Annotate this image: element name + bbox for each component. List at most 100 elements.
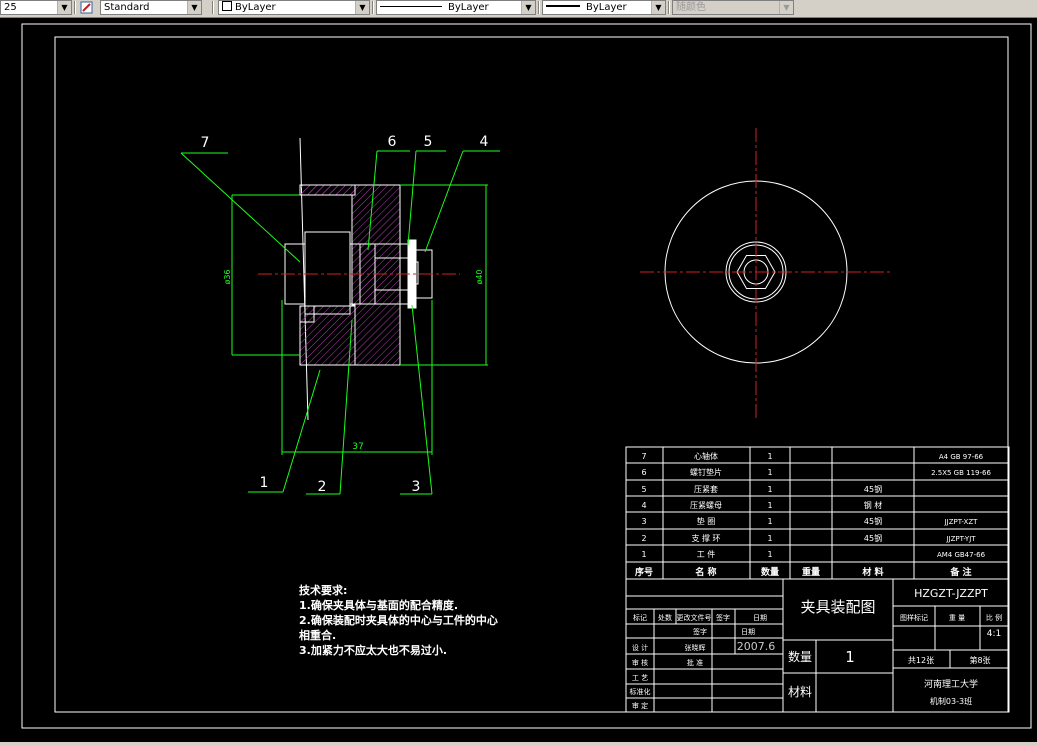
- chevron-down-icon[interactable]: ▼: [651, 1, 665, 14]
- bom-header-qty: 数量: [761, 566, 779, 578]
- bom-cell-name: 支 撑 环: [691, 533, 720, 543]
- designer-name: 张晓辉: [685, 643, 706, 652]
- stage-label: 图样标记: [900, 613, 928, 622]
- bom-cell-no: 7: [641, 452, 646, 461]
- body-flange: [299, 184, 356, 196]
- sheets-total: 共12张: [908, 656, 934, 665]
- rev-header-date: 日期: [753, 614, 767, 622]
- break-line: [299, 137, 309, 421]
- chevron-down-icon[interactable]: ▼: [355, 1, 369, 14]
- bom-header-no: 序号: [635, 566, 653, 578]
- dim-dia36: ø36: [223, 269, 232, 284]
- linetype-sample-icon: [380, 6, 442, 7]
- bom-cell-name: 工 件: [697, 549, 716, 559]
- material-label: 材料: [788, 685, 812, 699]
- scale-label: 比 例: [986, 613, 1002, 622]
- bom-cell-mat: 45钢: [864, 516, 882, 526]
- chevron-down-icon: ▼: [779, 1, 793, 14]
- workpiece-body: [304, 231, 351, 315]
- role-std: 标准化: [630, 687, 651, 696]
- bom-cell-qty: 1: [767, 452, 772, 461]
- bom-rows: 7 心轴体 1 A4 GB 97-66 6 螺钉垫片 1 2.5X5 GB 119-66 5 压紧…: [635, 451, 991, 578]
- leader-7: [180, 152, 301, 263]
- bom-header-mat: 材 料: [861, 566, 883, 578]
- balloon-3: 3: [412, 479, 421, 495]
- bom-cell-no: 4: [641, 501, 646, 510]
- bom-header-weight: 重量: [802, 566, 820, 578]
- date-value: 2007.6: [737, 640, 776, 653]
- bom-cell-remark: JJZPT-XZT: [944, 518, 979, 526]
- role-design: 设 计: [632, 643, 648, 652]
- end-view: [640, 128, 890, 418]
- leader-5: [407, 150, 417, 246]
- class-name: 机制03-3班: [930, 696, 972, 706]
- bom-cell-qty: 1: [767, 468, 772, 477]
- toolbar-separator: [668, 1, 670, 14]
- bom-frame: [625, 446, 1010, 580]
- date-label: 日期: [741, 628, 755, 636]
- body-lower: [299, 305, 356, 366]
- bom-cell-qty: 1: [767, 517, 772, 526]
- bom-cell-qty: 1: [767, 534, 772, 543]
- bom-cell-no: 3: [641, 517, 646, 526]
- school-name: 河南理工大学: [924, 678, 978, 690]
- rev-header-sign: 签字: [716, 613, 730, 622]
- bom-cell-name: 心轴体: [694, 451, 718, 461]
- bom-cell-qty: 1: [767, 550, 772, 559]
- chevron-down-icon[interactable]: ▼: [187, 1, 201, 14]
- bom-cell-qty: 1: [767, 501, 772, 510]
- properties-toolbar: 25 ▼ Standard ▼ ByLayer ▼ ByLayer ▼ ByLa…: [0, 0, 1037, 18]
- chevron-down-icon[interactable]: ▼: [521, 1, 535, 14]
- toolbar-separator: [372, 1, 374, 14]
- layer-color-value: ByLayer: [235, 2, 276, 13]
- bom-cell-no: 6: [641, 468, 646, 477]
- bom-cell-name: 压紧套: [694, 484, 718, 494]
- weight-label: 重 量: [949, 614, 965, 622]
- rev-header-count: 处数: [658, 613, 672, 622]
- leader-1: [282, 369, 321, 493]
- balloon-6: 6: [388, 134, 397, 150]
- scale-value: 4:1: [987, 629, 1001, 639]
- status-bar: [0, 742, 1037, 746]
- qty-label: 数量: [788, 649, 812, 664]
- lineweight-value: ByLayer: [586, 2, 627, 13]
- bom-cell-no: 2: [641, 534, 646, 543]
- bom-header-name: 名 称: [695, 566, 716, 578]
- linetype-combo[interactable]: ByLayer ▼: [376, 0, 536, 15]
- balloon-4: 4: [480, 134, 489, 150]
- dimstyle-combo[interactable]: 25 ▼: [0, 0, 72, 15]
- section-view: ø36 ø40 37 7 6 5 4 1 2 3: [180, 134, 500, 495]
- outer-border: [21, 23, 1032, 729]
- dim-dia40: ø40: [475, 269, 484, 284]
- notes-title: 技术要求:: [299, 583, 347, 597]
- bom-cell-mat: 钢 材: [864, 500, 883, 510]
- bom-cell-no: 5: [641, 485, 646, 494]
- bom-cell-remark: 2.5X5 GB 119-66: [931, 469, 991, 477]
- color-swatch-icon: [222, 1, 232, 11]
- text-style-icon[interactable]: [79, 0, 95, 15]
- balloon-5: 5: [424, 134, 433, 150]
- toolbar-separator: [538, 1, 540, 14]
- lineweight-combo[interactable]: ByLayer ▼: [542, 0, 666, 15]
- bom-cell-no: 1: [641, 550, 646, 559]
- bom-cell-mat: 45钢: [864, 533, 882, 543]
- note-line-2: 2.确保装配时夹具体的中心与工件的中心: [299, 613, 498, 627]
- bom-cell-remark: A4 GB 97-66: [939, 453, 984, 461]
- sign-label: 签字: [693, 627, 707, 636]
- role-approve: 审 定: [632, 701, 648, 710]
- balloon-7: 7: [201, 135, 210, 151]
- bom-cell-qty: 1: [767, 485, 772, 494]
- note-line-1: 1.确保夹具体与基面的配合精度.: [299, 598, 458, 612]
- layer-color-combo[interactable]: ByLayer ▼: [218, 0, 370, 15]
- standard-label: 批 准: [687, 658, 703, 667]
- bom-cell-remark: AM4 GB47-66: [937, 551, 986, 559]
- text-style-value: Standard: [104, 2, 150, 13]
- drawing-canvas[interactable]: ø36 ø40 3 7 7 6 5 4 1 2 3 技术要求: 1.确保夹具体与基…: [0, 17, 1037, 742]
- leader-3: [411, 304, 433, 495]
- plotstyle-combo: 随颜色 ▼: [672, 0, 794, 15]
- bom-table: [625, 446, 1010, 580]
- chevron-down-icon[interactable]: ▼: [57, 1, 71, 14]
- drawing-code: HZGZT-JZZPT: [914, 587, 988, 600]
- text-style-combo[interactable]: Standard ▼: [100, 0, 202, 15]
- plotstyle-value: 随颜色: [676, 2, 706, 13]
